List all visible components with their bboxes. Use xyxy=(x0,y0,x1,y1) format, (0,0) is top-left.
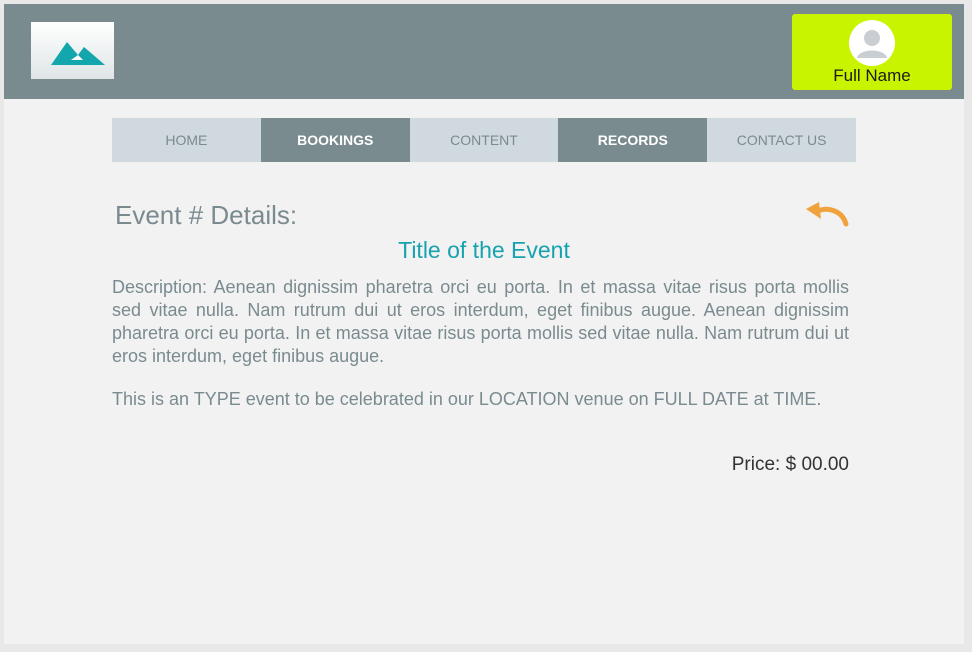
nav-bookings[interactable]: BOOKINGS xyxy=(260,118,410,162)
page-frame: Full Name HOME BOOKINGS CONTENT RECORDS … xyxy=(4,4,964,644)
event-info: This is an TYPE event to be celebrated i… xyxy=(112,389,822,409)
event-description: Description: Aenean dignissim pharetra o… xyxy=(112,277,849,366)
mountain-logo-icon xyxy=(51,42,105,65)
event-title: Title of the Event xyxy=(398,237,570,263)
nav-home[interactable]: HOME xyxy=(112,118,261,162)
main-navigation: HOME BOOKINGS CONTENT RECORDS CONTACT US xyxy=(112,118,856,162)
undo-arrow-icon[interactable] xyxy=(804,200,850,228)
event-price: Price: $ 00.00 xyxy=(731,454,849,475)
page-title: Event # Details: xyxy=(115,200,298,230)
user-avatar-icon xyxy=(849,20,895,66)
logo[interactable] xyxy=(31,22,114,79)
nav-content[interactable]: CONTENT xyxy=(409,118,559,162)
app-header: Full Name xyxy=(4,4,964,99)
user-name: Full Name xyxy=(833,66,911,85)
nav-records[interactable]: RECORDS xyxy=(558,118,708,162)
user-profile-button[interactable]: Full Name xyxy=(792,14,952,90)
nav-contact-us[interactable]: CONTACT US xyxy=(707,118,856,162)
